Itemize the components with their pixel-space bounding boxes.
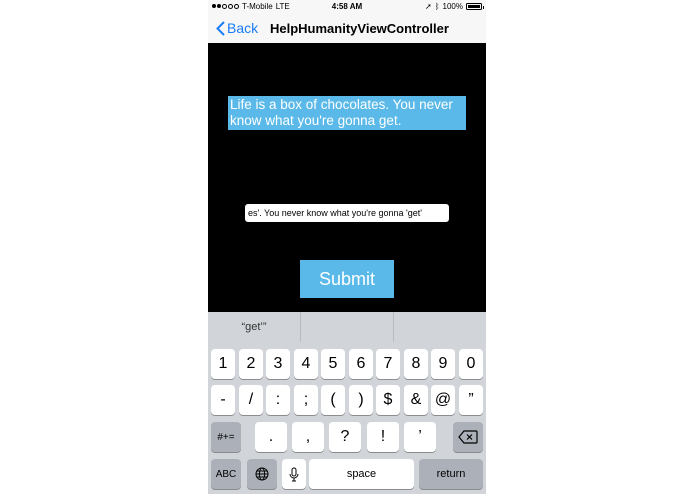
key-open-paren[interactable]: (: [321, 385, 345, 415]
globe-button[interactable]: [247, 459, 277, 489]
prediction-2[interactable]: [301, 312, 394, 342]
key-9[interactable]: 9: [431, 349, 455, 379]
key-7[interactable]: 7: [376, 349, 400, 379]
battery-percent: 100%: [442, 2, 463, 11]
key-2[interactable]: 2: [239, 349, 263, 379]
key-8[interactable]: 8: [404, 349, 428, 379]
globe-icon: [255, 467, 269, 481]
key-apostrophe[interactable]: ’: [404, 422, 436, 452]
answer-input[interactable]: es'. You never know what you're gonna 'g…: [245, 204, 449, 222]
key-more-symbols[interactable]: #+=: [211, 422, 241, 452]
quote-label: Life is a box of chocolates. You never k…: [228, 96, 466, 130]
submit-button[interactable]: Submit: [300, 260, 394, 298]
key-3[interactable]: 3: [266, 349, 290, 379]
status-right: ➚ ᛒ 100%: [425, 2, 484, 11]
location-arrow-icon: ➚: [425, 2, 432, 11]
key-4[interactable]: 4: [294, 349, 318, 379]
key-semicolon[interactable]: ;: [294, 385, 318, 415]
key-close-paren[interactable]: ): [349, 385, 373, 415]
key-0[interactable]: 0: [459, 349, 483, 379]
key-slash[interactable]: /: [239, 385, 263, 415]
backspace-icon: [458, 430, 478, 444]
key-hyphen[interactable]: -: [211, 385, 235, 415]
status-bar: T-Mobile LTE 4:58 AM ➚ ᛒ 100%: [208, 0, 486, 14]
key-1[interactable]: 1: [211, 349, 235, 379]
key-5[interactable]: 5: [321, 349, 345, 379]
battery-icon: [466, 3, 484, 10]
bluetooth-icon: ᛒ: [434, 2, 440, 11]
key-abc[interactable]: ABC: [211, 459, 241, 489]
navigation-bar: Back HelpHumanityViewController: [208, 14, 486, 44]
back-label: Back: [227, 20, 259, 36]
phone-screen: T-Mobile LTE 4:58 AM ➚ ᛒ 100% Back HelpH…: [208, 0, 486, 494]
back-button[interactable]: Back: [216, 20, 258, 36]
key-comma[interactable]: ,: [292, 422, 324, 452]
key-period[interactable]: .: [255, 422, 287, 452]
key-dollar[interactable]: $: [376, 385, 400, 415]
key-space[interactable]: space: [309, 459, 414, 489]
prediction-3[interactable]: [394, 312, 486, 342]
key-question[interactable]: ?: [329, 422, 361, 452]
dictation-button[interactable]: [282, 459, 306, 489]
key-at[interactable]: @: [431, 385, 455, 415]
key-quote[interactable]: ”: [459, 385, 483, 415]
main-content: Life is a box of chocolates. You never k…: [208, 43, 486, 312]
microphone-icon: [289, 467, 299, 481]
chevron-left-icon: [216, 20, 225, 36]
keyboard: “get’” 1 2 3 4 5 6 7 8 9 0 - / : ; ( ) $…: [208, 312, 486, 494]
prediction-1[interactable]: “get’”: [208, 312, 301, 342]
key-exclamation[interactable]: !: [367, 422, 399, 452]
page-title: HelpHumanityViewController: [270, 21, 449, 36]
key-colon[interactable]: :: [266, 385, 290, 415]
key-ampersand[interactable]: &: [404, 385, 428, 415]
predictive-bar: “get’”: [208, 312, 486, 342]
delete-button[interactable]: [453, 422, 483, 452]
key-6[interactable]: 6: [349, 349, 373, 379]
key-return[interactable]: return: [419, 459, 483, 489]
